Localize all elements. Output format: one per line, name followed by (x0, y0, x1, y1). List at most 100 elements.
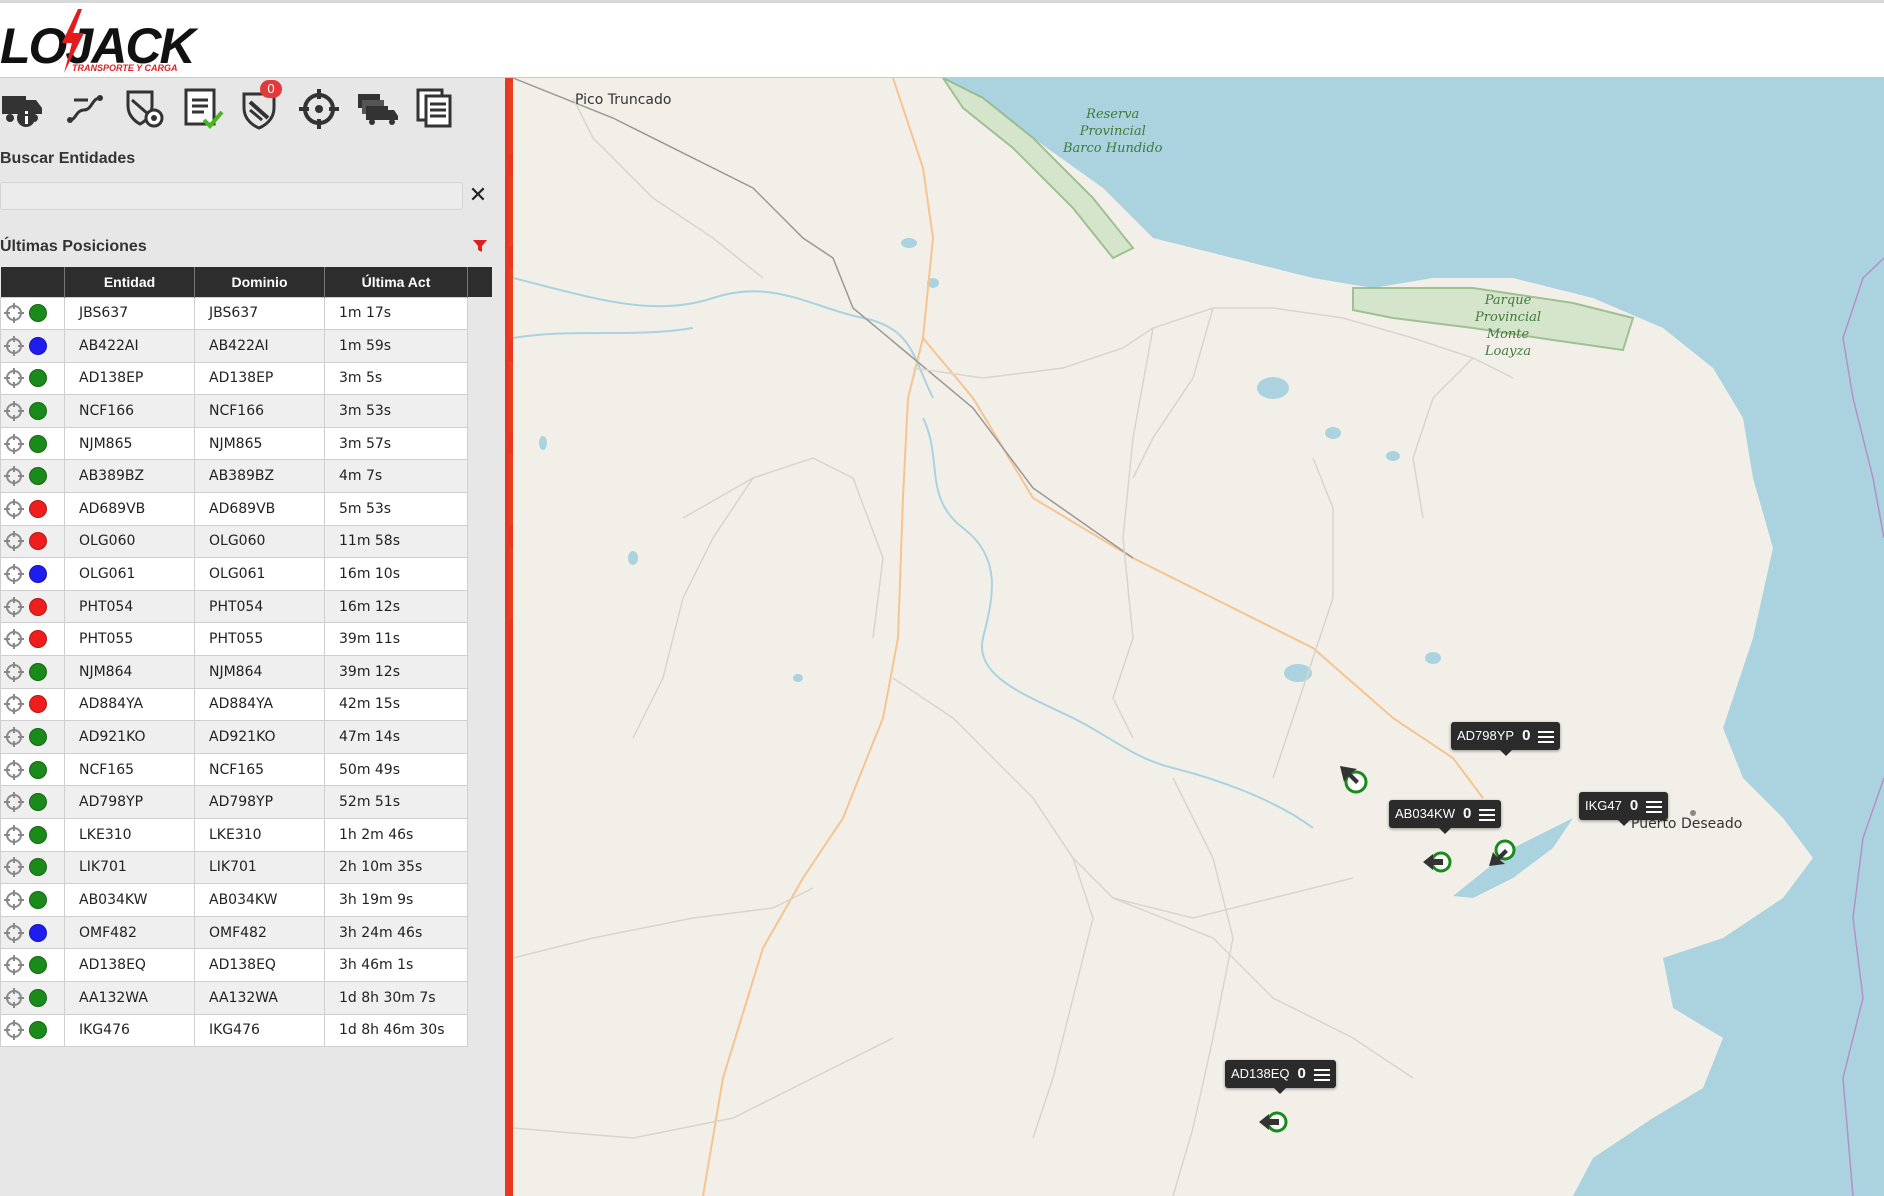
crosshair-icon[interactable] (3, 954, 25, 976)
vehicle-tag-ikg476[interactable]: IKG47 0 (1579, 792, 1669, 826)
table-row[interactable]: PHT055 PHT055 39m 11s (0, 622, 493, 657)
crosshair-icon[interactable] (3, 1019, 25, 1041)
table-row[interactable]: AB389BZ AB389BZ 4m 7s (0, 459, 493, 494)
vehicle-id: AD138EQ (1231, 1066, 1290, 1081)
table-row[interactable]: AD138EQ AD138EQ 3h 46m 1s (0, 948, 493, 982)
search-input[interactable] (0, 182, 463, 210)
vehicle-marker-ad798yp[interactable] (1336, 762, 1368, 794)
crosshair-icon[interactable] (3, 759, 25, 781)
last-update-cell: 16m 10s (324, 557, 468, 591)
table-row[interactable]: AB422AI AB422AI 1m 59s (0, 329, 493, 363)
crosshair-icon[interactable] (3, 824, 25, 846)
table-row[interactable]: AA132WA AA132WA 1d 8h 30m 7s (0, 980, 493, 1015)
table-row[interactable]: NJM864 NJM864 39m 12s (0, 655, 493, 689)
crosshair-icon[interactable] (3, 922, 25, 944)
crosshair-icon[interactable] (3, 628, 25, 650)
crosshair-icon[interactable] (3, 987, 25, 1009)
status-dot (29, 728, 47, 747)
vehicle-tag-ab034kw[interactable]: AB034KW 0 (1389, 800, 1502, 834)
status-dot (29, 369, 47, 388)
row-icons-cell (0, 589, 65, 624)
crosshair-icon[interactable] (3, 693, 25, 715)
filter-icon[interactable] (472, 238, 488, 254)
vehicle-marker-ad138eq[interactable] (1257, 1106, 1289, 1138)
column-header-last-update[interactable]: Última Act (324, 267, 468, 297)
domain-cell: AD921KO (194, 720, 325, 754)
park-label-line: Monte (1486, 327, 1530, 342)
positions-title: Últimas Posiciones (0, 238, 147, 255)
table-row[interactable]: AD798YP AD798YP 52m 51s (0, 785, 493, 819)
table-row[interactable]: AB034KW AB034KW 3h 19m 9s (0, 883, 493, 917)
crosshair-icon[interactable] (3, 465, 25, 487)
vehicle-tag-ad138eq[interactable]: AD138EQ 0 (1225, 1060, 1336, 1094)
row-spacer (467, 557, 493, 591)
table-row[interactable]: AD921KO AD921KO 47m 14s (0, 720, 493, 754)
menu-icon[interactable] (1646, 800, 1663, 813)
crosshair-icon[interactable] (3, 400, 25, 422)
table-row[interactable]: NJM865 NJM865 3m 57s (0, 426, 493, 461)
last-update-cell: 39m 11s (324, 622, 468, 657)
menu-icon[interactable] (1479, 808, 1496, 821)
crosshair-icon[interactable] (3, 498, 25, 520)
document-check-icon[interactable] (182, 86, 228, 132)
table-row[interactable]: AD689VB AD689VB 5m 53s (0, 492, 493, 526)
table-row[interactable]: OMF482 OMF482 3h 24m 46s (0, 915, 493, 950)
column-header-status[interactable] (0, 267, 65, 297)
row-spacer (467, 916, 493, 949)
domain-cell: AD138EQ (194, 948, 325, 982)
domain-cell: LKE310 (194, 818, 325, 852)
crosshair-icon[interactable] (3, 661, 25, 683)
crosshair-icon[interactable] (3, 889, 25, 911)
table-row[interactable]: LKE310 LKE310 1h 2m 46s (0, 818, 493, 852)
park-label-line: Provincial (1079, 124, 1146, 139)
vehicle-tag-ad798yp[interactable]: AD798YP 0 (1451, 722, 1561, 756)
domain-cell: OMF482 (194, 915, 325, 950)
last-update-cell: 1h 2m 46s (324, 818, 468, 852)
column-header-domain[interactable]: Dominio (194, 267, 325, 297)
column-header-entity[interactable]: Entidad (64, 267, 195, 297)
crosshair-icon[interactable] (3, 726, 25, 748)
last-update-cell: 3m 57s (324, 426, 468, 461)
entity-cell: AB389BZ (64, 459, 195, 494)
row-spacer (467, 981, 493, 1015)
map-view[interactable]: Pico Truncado Puerto Deseado Reserva Pro… (513, 78, 1884, 1196)
table-row[interactable]: NCF165 NCF165 50m 49s (0, 752, 493, 787)
alerts-badge: 0 (260, 80, 282, 98)
table-row[interactable]: OLG060 OLG060 11m 58s (0, 524, 493, 559)
truck-info-icon[interactable] (0, 86, 46, 132)
table-row[interactable]: IKG476 IKG476 1d 8h 46m 30s (0, 1013, 493, 1048)
route-icon[interactable] (62, 86, 108, 132)
panel-scrollbar[interactable] (492, 267, 505, 1196)
crosshair-icon[interactable] (3, 302, 25, 324)
crosshair-icon[interactable] (3, 433, 25, 455)
domain-cell: AB389BZ (194, 459, 325, 494)
crosshair-icon[interactable] (3, 791, 25, 813)
status-dot (29, 467, 47, 486)
column-header-spacer (467, 267, 493, 297)
table-row[interactable]: AD138EP AD138EP 3m 5s (0, 361, 493, 396)
menu-icon[interactable] (1313, 1068, 1330, 1081)
table-row[interactable]: AD884YA AD884YA 42m 15s (0, 687, 493, 722)
vehicle-marker-ab034kw[interactable] (1421, 846, 1453, 878)
lojack-logo[interactable]: LOJACK TRANSPORTE Y CARGA (0, 9, 196, 75)
last-update-cell: 50m 49s (324, 752, 468, 787)
vehicle-count: 0 (1629, 797, 1639, 814)
crosshair-icon[interactable] (296, 86, 342, 132)
crosshair-icon[interactable] (3, 563, 25, 585)
crosshair-icon[interactable] (3, 856, 25, 878)
table-row[interactable]: OLG061 OLG061 16m 10s (0, 557, 493, 591)
crosshair-icon[interactable] (3, 367, 25, 389)
table-row[interactable]: JBS637 JBS637 1m 17s (0, 296, 493, 331)
vehicle-marker-ikg476[interactable] (1485, 838, 1517, 870)
shield-gear-icon[interactable] (122, 86, 168, 132)
clear-search-button[interactable]: ✕ (468, 182, 488, 210)
crosshair-icon[interactable] (3, 596, 25, 618)
table-row[interactable]: LIK701 LIK701 2h 10m 35s (0, 850, 493, 885)
crosshair-icon[interactable] (3, 530, 25, 552)
documents-icon[interactable] (414, 86, 460, 132)
menu-icon[interactable] (1538, 730, 1555, 743)
fleet-icon[interactable] (354, 86, 400, 132)
crosshair-icon[interactable] (3, 335, 25, 357)
table-row[interactable]: NCF166 NCF166 3m 53s (0, 394, 493, 428)
table-row[interactable]: PHT054 PHT054 16m 12s (0, 589, 493, 624)
